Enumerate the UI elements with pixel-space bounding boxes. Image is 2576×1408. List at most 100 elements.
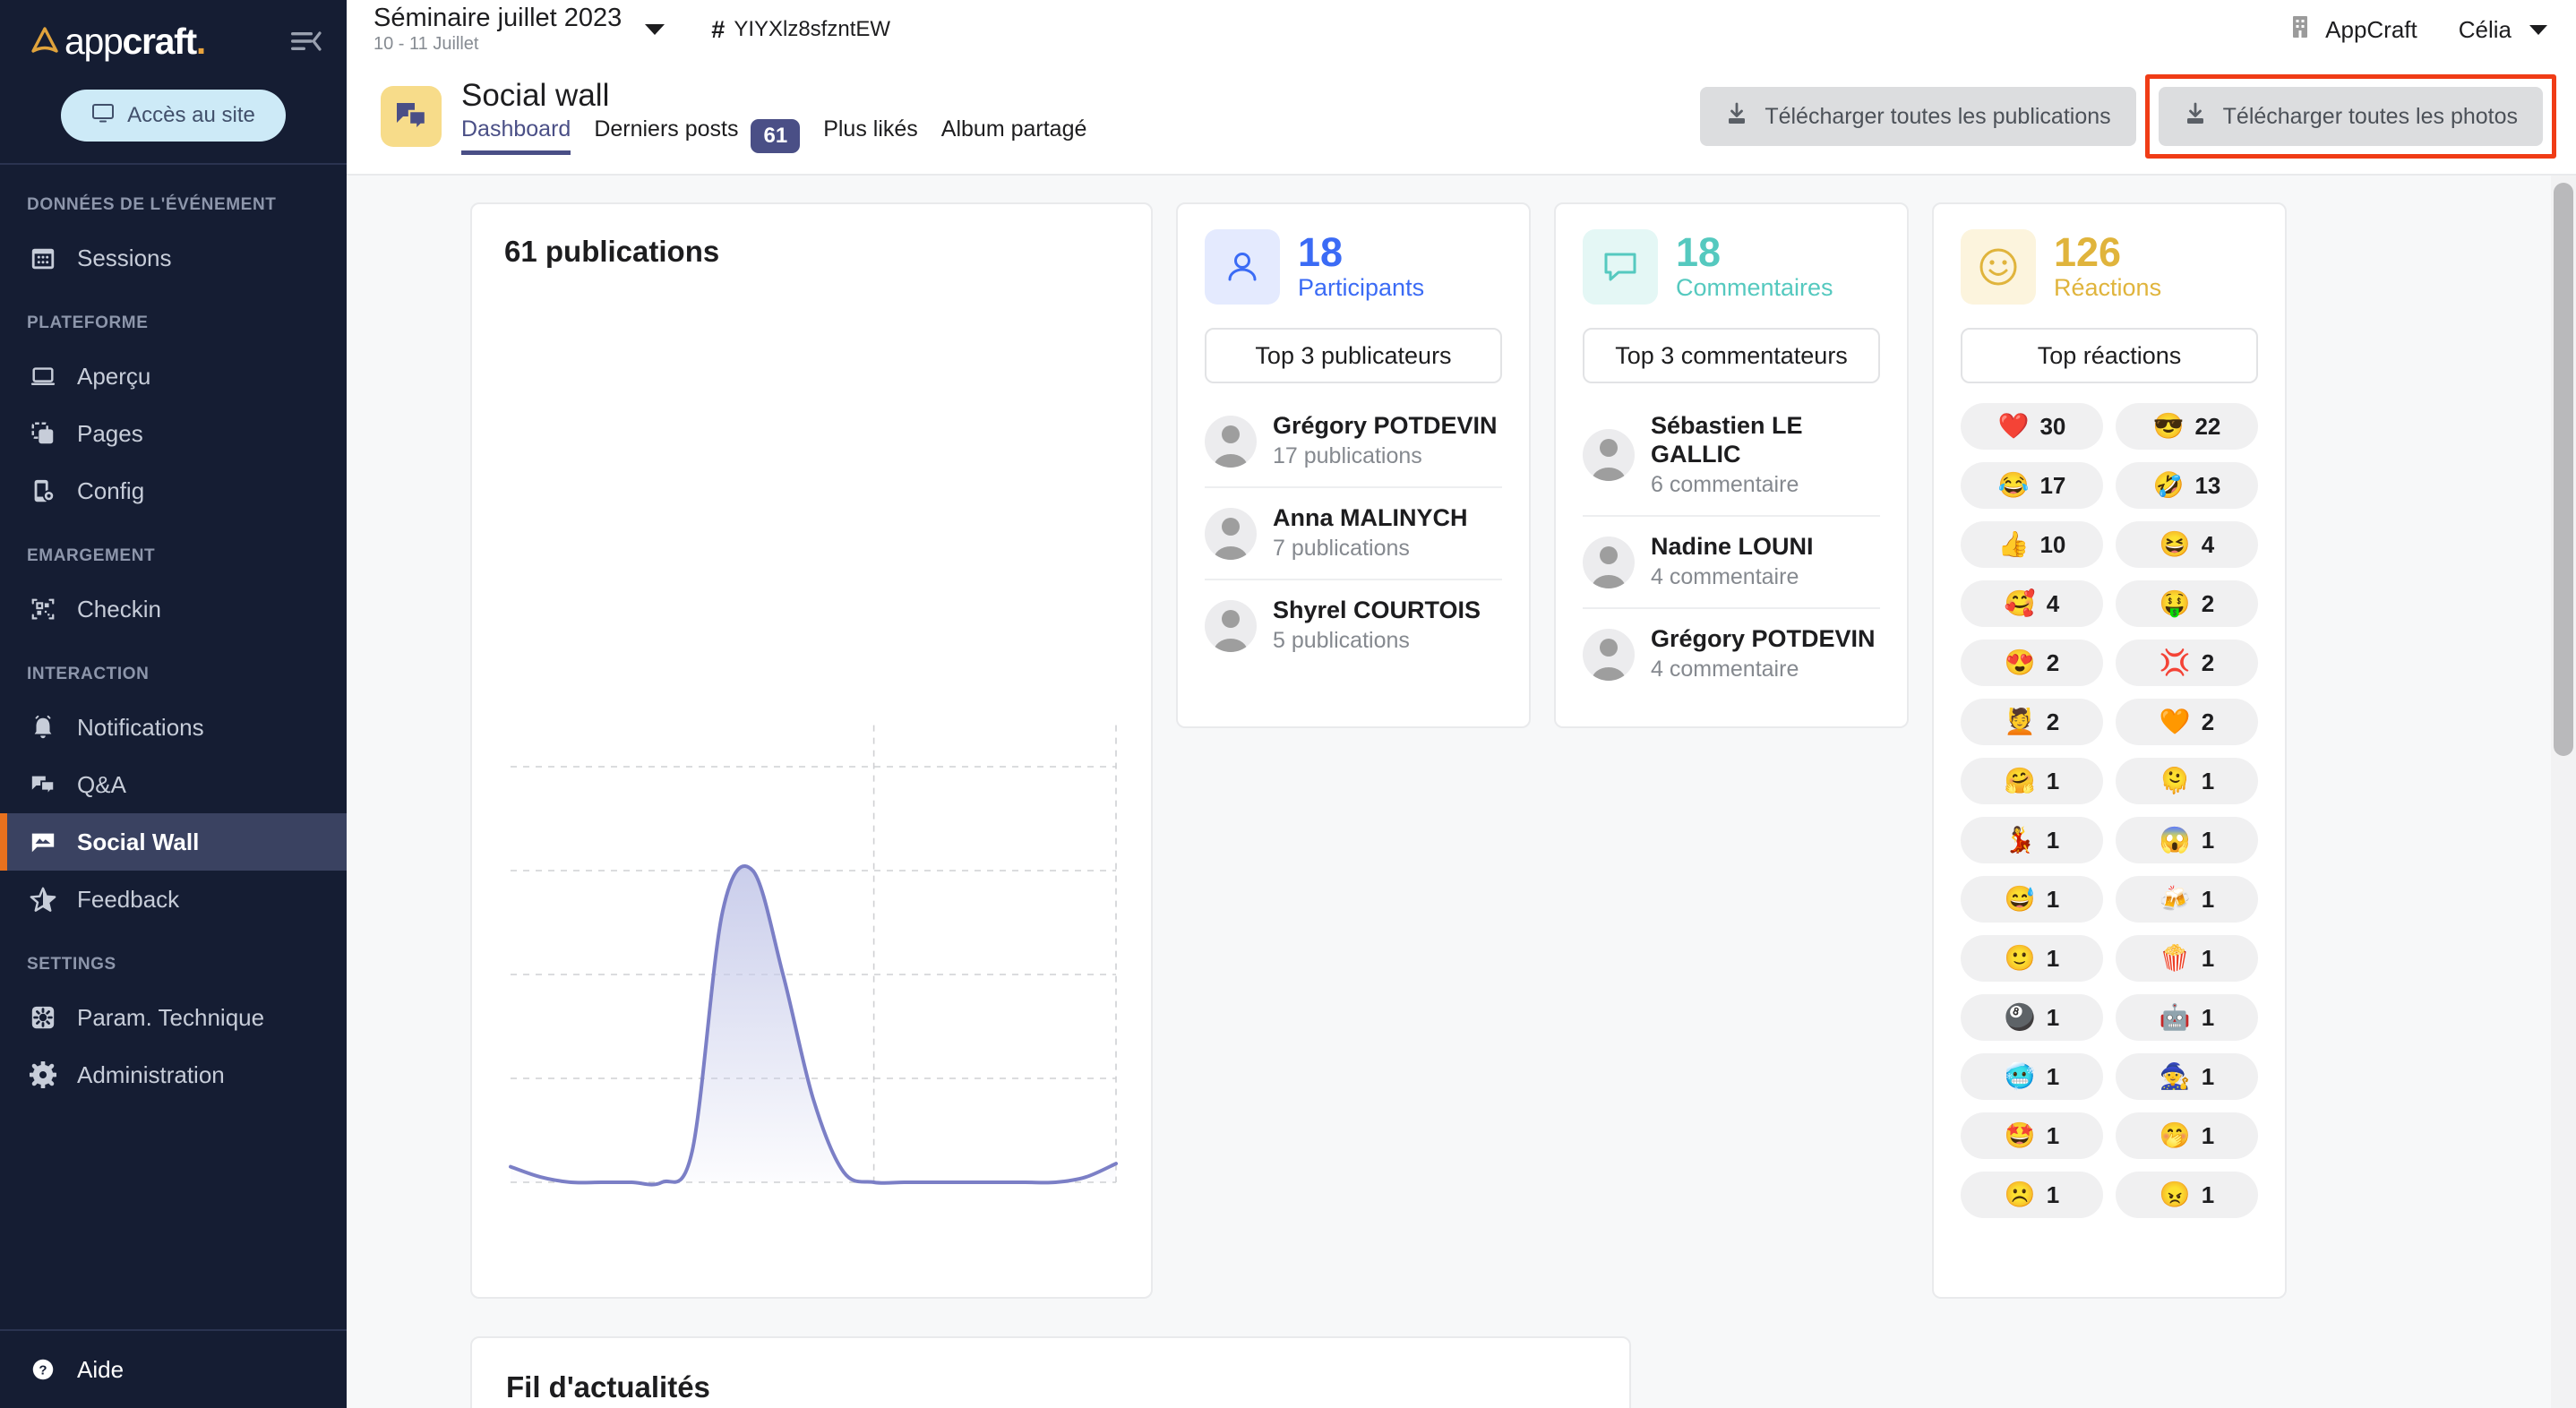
brand-dot: .	[195, 20, 206, 62]
reaction-chip[interactable]: 🤩 1	[1961, 1112, 2103, 1159]
list-item[interactable]: Sébastien LE GALLIC 6 commentaire	[1583, 396, 1880, 517]
reaction-count: 1	[2201, 1121, 2215, 1149]
list-item[interactable]: Grégory POTDEVIN 4 commentaire	[1583, 609, 1880, 700]
reaction-chip[interactable]: 🥰 4	[1961, 580, 2103, 627]
tab-derniers-posts[interactable]: Derniers posts	[594, 116, 738, 155]
collapse-sidebar-icon[interactable]	[288, 23, 323, 59]
person-name: Anna MALINYCH	[1273, 504, 1468, 532]
reaction-chip[interactable]: 🤗 1	[1961, 758, 2103, 804]
sidebar-item-label: Sessions	[77, 244, 172, 271]
person-name: Shyrel COURTOIS	[1273, 597, 1481, 624]
sidebar-group-label: PLATEFORME	[27, 313, 149, 332]
sidebar-item-aide[interactable]: ? Aide	[0, 1331, 347, 1408]
list-item[interactable]: Grégory POTDEVIN 17 publications	[1205, 396, 1502, 489]
reaction-emoji: 💆	[2004, 708, 2036, 735]
chevron-down-icon[interactable]	[645, 24, 665, 35]
reaction-count: 1	[2201, 1062, 2215, 1090]
reaction-emoji: 🤣	[2152, 471, 2185, 499]
avatar	[1583, 536, 1635, 588]
sidebar-item-social-wall[interactable]: Social Wall	[0, 813, 347, 871]
publications-chart	[504, 322, 1119, 1218]
reaction-chip[interactable]: 🧙 1	[2116, 1053, 2258, 1100]
sidebar-item-q-a[interactable]: Q&A	[0, 756, 347, 813]
reactions-header: 126 Réactions	[1961, 229, 2258, 305]
help-circle-icon: ?	[29, 1355, 57, 1384]
participants-top-button[interactable]: Top 3 publicateurs	[1205, 328, 1502, 383]
reaction-chip[interactable]: 🫠 1	[2116, 758, 2258, 804]
list-item[interactable]: Nadine LOUNI 4 commentaire	[1583, 517, 1880, 610]
reaction-chip[interactable]: 🤖 1	[2116, 994, 2258, 1041]
reaction-chip[interactable]: 🧡 2	[2116, 699, 2258, 745]
sidebar-item-checkin[interactable]: Checkin	[0, 580, 347, 638]
sidebar-item-sessions[interactable]: Sessions	[0, 229, 347, 287]
reaction-chip[interactable]: 😱 1	[2116, 817, 2258, 863]
sidebar-item-notifications[interactable]: Notifications	[0, 699, 347, 756]
reaction-emoji: 😅	[2004, 885, 2036, 913]
reaction-chip[interactable]: 😅 1	[1961, 876, 2103, 923]
list-item[interactable]: Shyrel COURTOIS 5 publications	[1205, 580, 1502, 671]
download-all-photos-button[interactable]: Télécharger toutes les photos	[2158, 87, 2543, 146]
organisation-name: AppCraft	[2325, 15, 2417, 43]
sidebar-item-config[interactable]: Config	[0, 462, 347, 519]
sidebar-item-feedback[interactable]: Feedback	[0, 871, 347, 928]
reaction-chip[interactable]: 💢 2	[2116, 640, 2258, 686]
commentaires-card: 18 Commentaires Top 3 commentateurs Sébasti…	[1554, 202, 1909, 729]
sidebar-item-aper-u[interactable]: Aperçu	[0, 348, 347, 405]
reaction-emoji: 👍	[1997, 530, 2030, 558]
reaction-chip[interactable]: 💃 1	[1961, 817, 2103, 863]
highlight-box: Télécharger toutes les photos	[2144, 74, 2556, 159]
reaction-chip[interactable]: 😍 2	[1961, 640, 2103, 686]
download-all-publications-button[interactable]: Télécharger toutes les publications	[1700, 87, 2136, 146]
organisation-selector[interactable]: AppCraft	[2289, 14, 2417, 46]
reaction-chip[interactable]: ❤️ 30	[1961, 403, 2103, 450]
reaction-chip[interactable]: 🥶 1	[1961, 1053, 2103, 1100]
sidebar-item-pages[interactable]: Pages	[0, 405, 347, 462]
reaction-chip[interactable]: 💆 2	[1961, 699, 2103, 745]
event-code[interactable]: # YIYXlz8sfzntEW	[711, 16, 890, 44]
access-site-button[interactable]: Accès au site	[61, 90, 286, 142]
tab-album-partag[interactable]: Album partagé	[941, 116, 1087, 155]
vertical-scrollbar[interactable]	[2551, 176, 2576, 1408]
reaction-count: 1	[2201, 885, 2215, 913]
reaction-count: 2	[2201, 589, 2215, 617]
reaction-chip[interactable]: 😂 17	[1961, 462, 2103, 509]
person-name: Grégory POTDEVIN	[1651, 625, 1876, 653]
avatar	[1205, 415, 1257, 468]
reaction-emoji: 😍	[2004, 648, 2036, 676]
reaction-chip[interactable]: 🤑 2	[2116, 580, 2258, 627]
reaction-chip[interactable]: 🍻 1	[2116, 876, 2258, 923]
reaction-count: 13	[2194, 471, 2221, 499]
user-menu[interactable]: Célia	[2459, 16, 2547, 44]
sidebar-item-param-technique[interactable]: Param. Technique	[0, 989, 347, 1046]
scrollbar-thumb[interactable]	[2554, 183, 2573, 756]
list-item[interactable]: Anna MALINYCH 7 publications	[1205, 488, 1502, 581]
reaction-chip[interactable]: 🤭 1	[2116, 1112, 2258, 1159]
reaction-chip[interactable]: 🍿 1	[2116, 935, 2258, 982]
reaction-chip[interactable]: 🙂 1	[1961, 935, 2103, 982]
reaction-count: 1	[2046, 1180, 2060, 1208]
reaction-emoji: 💢	[2159, 648, 2191, 676]
publications-chart-card: 61 publications	[470, 202, 1153, 1299]
sidebar-item-administration[interactable]: Administration	[0, 1046, 347, 1103]
reaction-count: 2	[2201, 708, 2215, 735]
person-name: Sébastien LE GALLIC	[1651, 412, 1803, 468]
download-icon	[2184, 102, 2207, 132]
reaction-chip[interactable]: 😎 22	[2116, 403, 2258, 450]
reaction-chip[interactable]: 😆 4	[2116, 521, 2258, 568]
top-reactions-button[interactable]: Top réactions	[1961, 328, 2258, 383]
sidebar-brand: appcraft.	[0, 0, 347, 82]
event-selector[interactable]: Séminaire juillet 2023 10 - 11 Juillet	[374, 4, 665, 54]
reaction-chip[interactable]: 👍 10	[1961, 521, 2103, 568]
brand-name: appcraft.	[64, 20, 206, 62]
sidebar-item-label: Administration	[77, 1060, 225, 1088]
chevron-down-icon[interactable]	[2529, 24, 2547, 35]
tab-dashboard[interactable]: Dashboard	[461, 116, 571, 155]
reaction-chip[interactable]: ☹️ 1	[1961, 1172, 2103, 1218]
person-name: Grégory POTDEVIN	[1273, 412, 1498, 439]
reaction-chip[interactable]: 😠 1	[2116, 1172, 2258, 1218]
tab-plus-lik-s[interactable]: Plus likés	[823, 116, 918, 155]
reaction-chip[interactable]: 🎱 1	[1961, 994, 2103, 1041]
reaction-chip[interactable]: 🤣 13	[2116, 462, 2258, 509]
commentaires-top-button[interactable]: Top 3 commentateurs	[1583, 328, 1880, 383]
mobile-config-icon	[29, 476, 57, 505]
